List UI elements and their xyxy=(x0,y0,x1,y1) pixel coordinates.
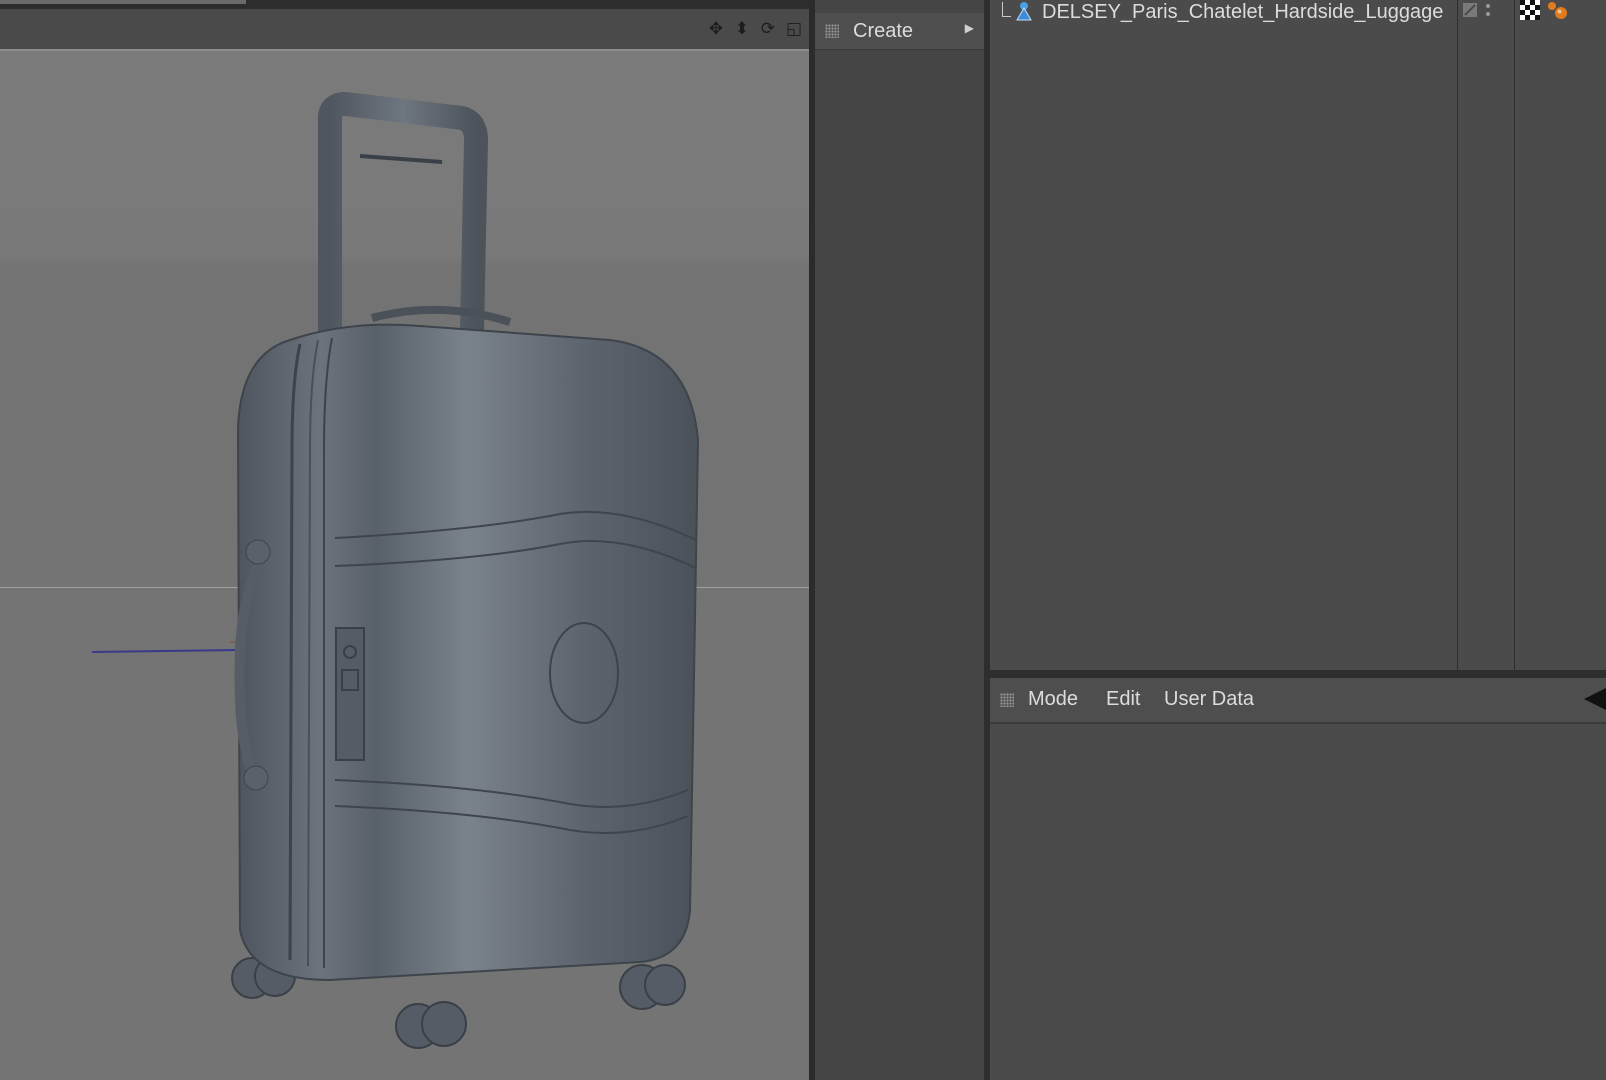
luggage-3d-model[interactable] xyxy=(0,51,809,1080)
luggage-body xyxy=(236,323,700,982)
viewport-tab[interactable] xyxy=(0,0,246,4)
texture-tag-icon[interactable] xyxy=(1520,0,1540,20)
submenu-arrow-icon[interactable]: ▶ xyxy=(965,21,974,35)
null-object-icon[interactable] xyxy=(1014,0,1034,22)
attributes-toolbar: Mode Edit User Data xyxy=(990,678,1606,724)
column-divider xyxy=(1457,0,1458,670)
object-row[interactable]: DELSEY_Paris_Chatelet_Hardside_Luggage xyxy=(990,0,1606,24)
move-view-icon[interactable]: ✥ xyxy=(705,18,727,40)
create-header[interactable]: Create ▶ xyxy=(815,13,984,50)
grip-icon[interactable] xyxy=(1000,693,1014,707)
maximize-view-icon[interactable]: ◱ xyxy=(783,18,805,40)
axis-x-line xyxy=(91,649,239,653)
create-menu-label[interactable]: Create xyxy=(853,20,913,43)
luggage-handle xyxy=(318,92,488,360)
lock-panel xyxy=(335,627,365,761)
viewport-canvas[interactable] xyxy=(0,51,809,1080)
create-panel: Create ▶ xyxy=(815,0,984,1080)
viewport-tab-strip xyxy=(0,0,809,9)
edit-menu[interactable]: Edit xyxy=(1106,688,1140,711)
layer-edit-icon[interactable] xyxy=(1462,2,1478,18)
attributes-manager: Mode Edit User Data xyxy=(990,678,1606,1080)
mode-menu[interactable]: Mode xyxy=(1028,688,1078,711)
user-data-menu[interactable]: User Data xyxy=(1164,688,1254,711)
visibility-dots-icon[interactable] xyxy=(1486,2,1492,20)
column-divider xyxy=(1514,0,1515,670)
manager-separator[interactable] xyxy=(990,670,1606,678)
viewport-header: ✥ ⬍ ⟳ ◱ xyxy=(0,9,809,51)
viewport-nav-icons: ✥ ⬍ ⟳ ◱ xyxy=(705,18,805,40)
rotate-view-icon[interactable]: ⟳ xyxy=(757,18,779,40)
tree-branch-line xyxy=(1002,2,1011,17)
object-manager: DELSEY_Paris_Chatelet_Hardside_Luggage xyxy=(990,0,1606,670)
grip-icon[interactable] xyxy=(825,24,839,38)
back-arrow-icon[interactable] xyxy=(1584,688,1606,710)
zoom-view-icon[interactable]: ⬍ xyxy=(731,18,753,40)
viewport-panel[interactable]: ✥ ⬍ ⟳ ◱ xyxy=(0,0,809,1080)
object-name-label[interactable]: DELSEY_Paris_Chatelet_Hardside_Luggage xyxy=(1042,1,1443,24)
material-tag-icon[interactable] xyxy=(1546,0,1568,22)
